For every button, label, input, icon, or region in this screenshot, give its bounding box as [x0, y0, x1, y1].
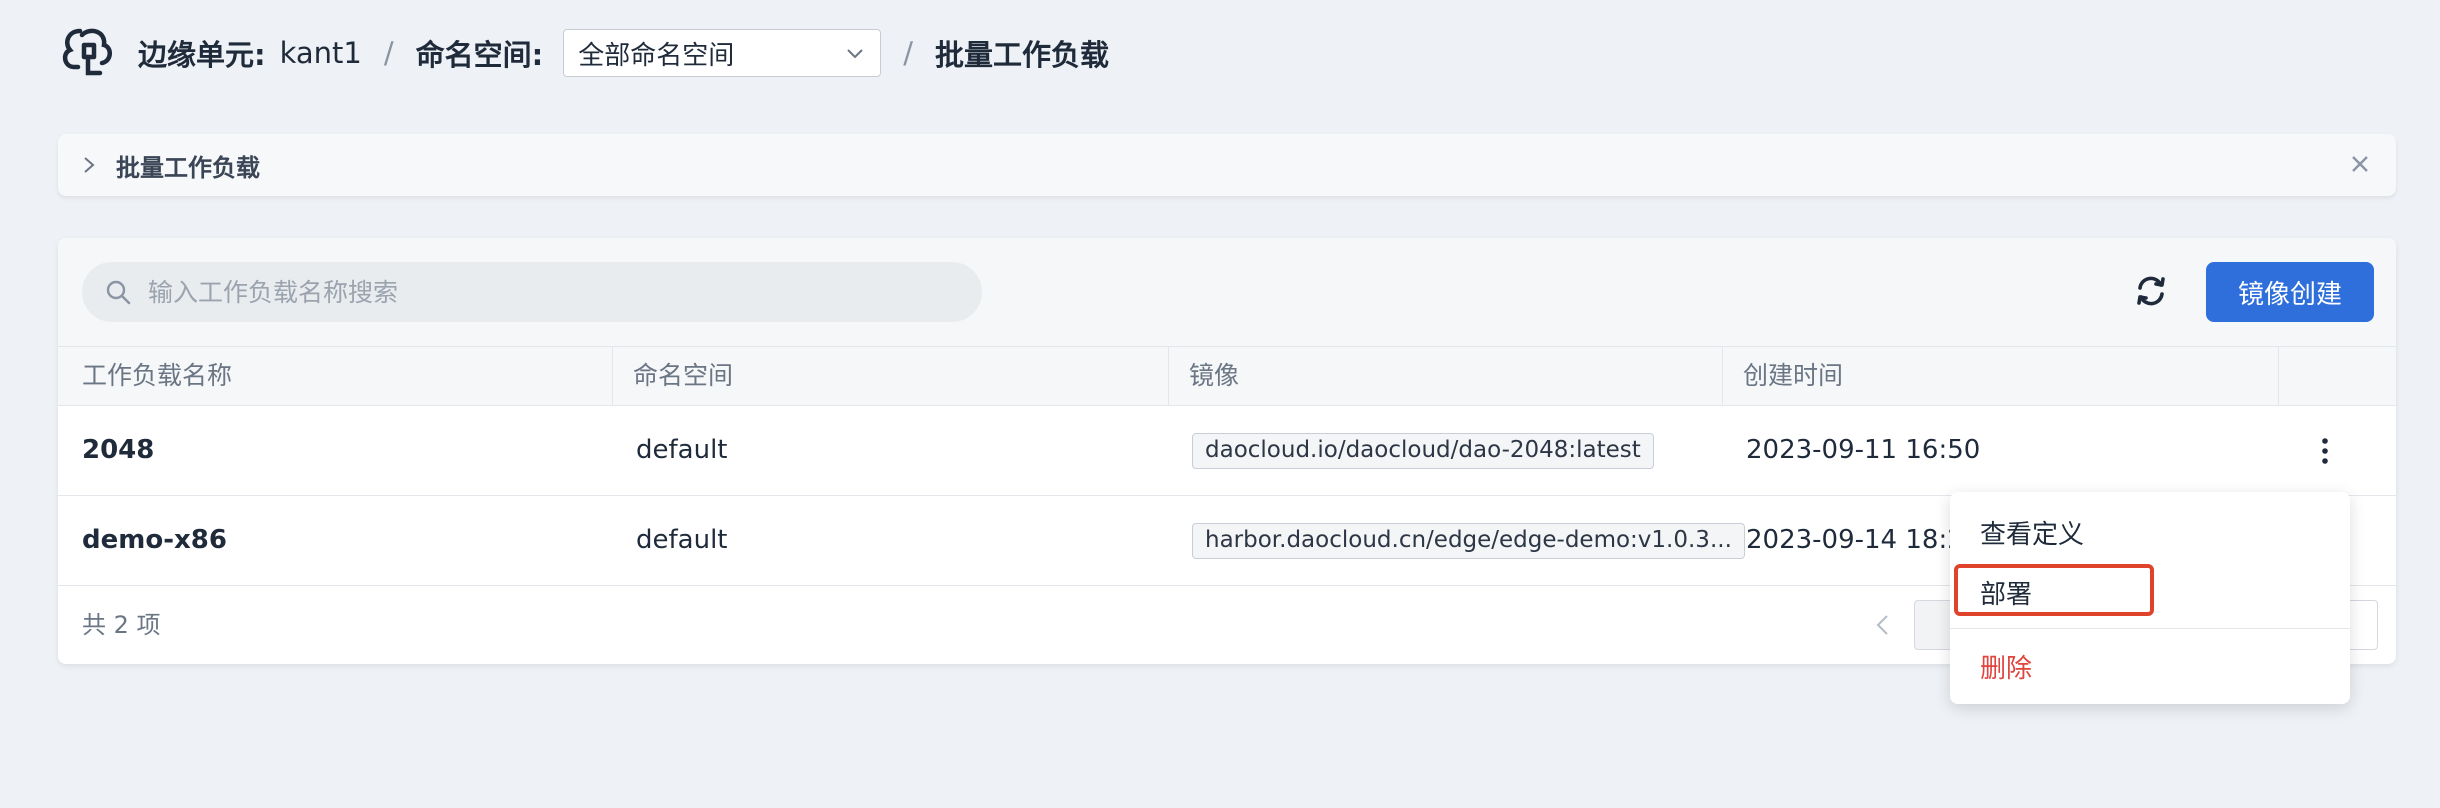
table-toolbar: 镜像创建: [58, 238, 2396, 346]
workload-name[interactable]: 2048: [58, 406, 154, 495]
image-tag: daocloud.io/daocloud/dao-2048:latest: [1192, 432, 1654, 469]
breadcrumb-separator: /: [383, 36, 394, 70]
edge-unit-value[interactable]: kant1: [280, 36, 362, 70]
search-input[interactable]: [146, 276, 930, 308]
search-box[interactable]: [82, 262, 982, 322]
menu-item-delete[interactable]: 删除: [1980, 648, 2032, 685]
breadcrumb-separator: /: [903, 36, 914, 70]
menu-divider: [1950, 628, 2350, 629]
close-icon[interactable]: [2346, 150, 2374, 178]
image-tag: harbor.daocloud.cn/edge/edge-demo:v1.0.3…: [1192, 522, 1745, 559]
column-header-image[interactable]: 镜像: [1168, 347, 1722, 405]
page-title: 批量工作负载: [935, 38, 1110, 72]
workload-name[interactable]: demo-x86: [58, 496, 227, 585]
workload-image: daocloud.io/daocloud/dao-2048:latest: [1168, 406, 1654, 495]
column-header-created[interactable]: 创建时间: [1722, 347, 2278, 405]
workload-created-time: 2023-09-14 18:2: [1746, 525, 1964, 555]
column-header-actions: [2278, 347, 2396, 405]
total-count: 共 2 项: [82, 611, 161, 639]
search-icon: [106, 280, 131, 305]
create-from-image-button[interactable]: 镜像创建: [2206, 262, 2374, 322]
workload-namespace: default: [636, 435, 728, 465]
collapse-bar-label: 批量工作负载: [116, 153, 260, 182]
workload-image: harbor.daocloud.cn/edge/edge-demo:v1.0.3…: [1168, 496, 1745, 585]
namespace-select-value: 全部命名空间: [578, 40, 735, 71]
menu-item-deploy[interactable]: 部署: [1980, 574, 2032, 611]
refresh-icon[interactable]: [2128, 268, 2174, 314]
workload-created-time: 2023-09-11 16:50: [1746, 435, 1981, 465]
workload-namespace: default: [636, 525, 728, 555]
namespace-label: 命名空间:: [415, 38, 544, 72]
table-row[interactable]: 2048 default daocloud.io/daocloud/dao-20…: [58, 406, 2396, 496]
daocloud-logo-icon: [62, 28, 112, 76]
more-actions-icon[interactable]: [2310, 436, 2340, 466]
column-header-namespace[interactable]: 命名空间: [612, 347, 1168, 405]
batch-workload-collapse-bar[interactable]: 批量工作负载: [58, 134, 2396, 196]
menu-item-view-definition[interactable]: 查看定义: [1980, 514, 2084, 551]
table-header: 工作负载名称 命名空间 镜像 创建时间: [58, 346, 2396, 406]
chevron-left-icon[interactable]: [1870, 612, 1896, 638]
edge-unit-label: 边缘单元:: [138, 38, 266, 72]
column-header-name[interactable]: 工作负载名称: [58, 347, 612, 405]
chevron-down-icon: [847, 49, 863, 59]
namespace-select[interactable]: 全部命名空间: [563, 29, 882, 77]
breadcrumb: 边缘单元: kant1 / 命名空间: 全部命名空间 / 批量工作负载: [58, 22, 1109, 84]
chevron-right-icon[interactable]: [80, 154, 98, 176]
row-actions-menu: 查看定义 部署 删除: [1950, 492, 2350, 704]
